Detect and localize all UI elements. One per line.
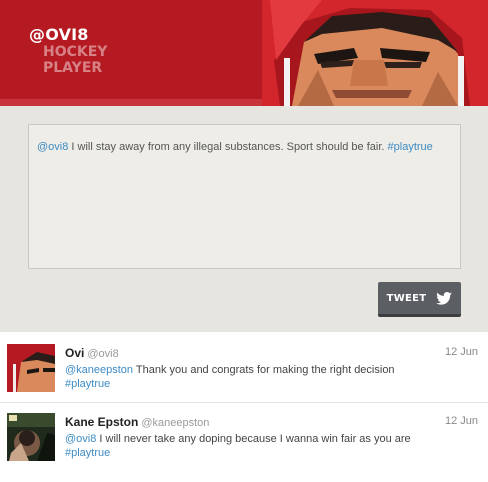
brand-title-line2: PLAYER — [43, 60, 103, 76]
tweet-mention[interactable]: @kaneepston — [65, 364, 133, 376]
tweet-feed: Ovi @ovi8 12 Jun @kaneepston Thank you an… — [0, 332, 488, 482]
tweet-item[interactable]: Ovi @ovi8 12 Jun @kaneepston Thank you an… — [0, 332, 488, 403]
compose-text: I will stay away from any illegal substa… — [68, 141, 388, 153]
tweet-date: 12 Jun — [444, 415, 478, 427]
tweet-hashtag[interactable]: #playtrue — [65, 447, 110, 459]
brand-title-line1: HOCKEY — [43, 44, 108, 60]
tweet-author-name[interactable]: Kane Epston — [65, 415, 138, 429]
header-banner: @OVI8 HOCKEY PLAYER — [0, 0, 488, 106]
tweet-text: I will never take any doping because I w… — [96, 433, 411, 445]
tweet-hashtag[interactable]: #playtrue — [65, 378, 110, 390]
twitter-bird-icon — [436, 291, 453, 305]
tweet-author-handle[interactable]: @kaneepston — [141, 417, 209, 429]
tweet-mention[interactable]: @ovi8 — [65, 433, 96, 445]
tweet-body: @ovi8 I will never take any doping becau… — [65, 432, 425, 460]
tweet-item[interactable]: Kane Epston @kaneepston 12 Jun @ovi8 I wi… — [0, 403, 488, 482]
brand-block: @OVI8 HOCKEY PLAYER — [29, 25, 108, 76]
tweet-author-name[interactable]: Ovi — [65, 346, 84, 360]
tweet-meta: Ovi @ovi8 — [65, 346, 119, 361]
tweet-body: @kaneepston Thank you and congrats for m… — [65, 363, 425, 391]
tweet-button[interactable]: TWEET — [378, 282, 461, 317]
tweet-date: 12 Jun — [444, 346, 478, 358]
tweet-button-label: TWEET — [386, 292, 427, 304]
tweet-text: Thank you and congrats for making the ri… — [133, 364, 395, 376]
brand-handle: @OVI8 — [29, 25, 89, 44]
avatar — [7, 344, 55, 392]
tweet-author-handle[interactable]: @ovi8 — [87, 348, 118, 360]
hockey-player-illustration — [262, 0, 488, 106]
compose-mention[interactable]: @ovi8 — [37, 141, 68, 153]
compose-hashtag[interactable]: #playtrue — [388, 141, 433, 153]
tweet-meta: Kane Epston @kaneepston — [65, 415, 209, 430]
compose-textarea[interactable]: @ovi8 I will stay away from any illegal … — [28, 124, 461, 269]
avatar — [7, 413, 55, 461]
